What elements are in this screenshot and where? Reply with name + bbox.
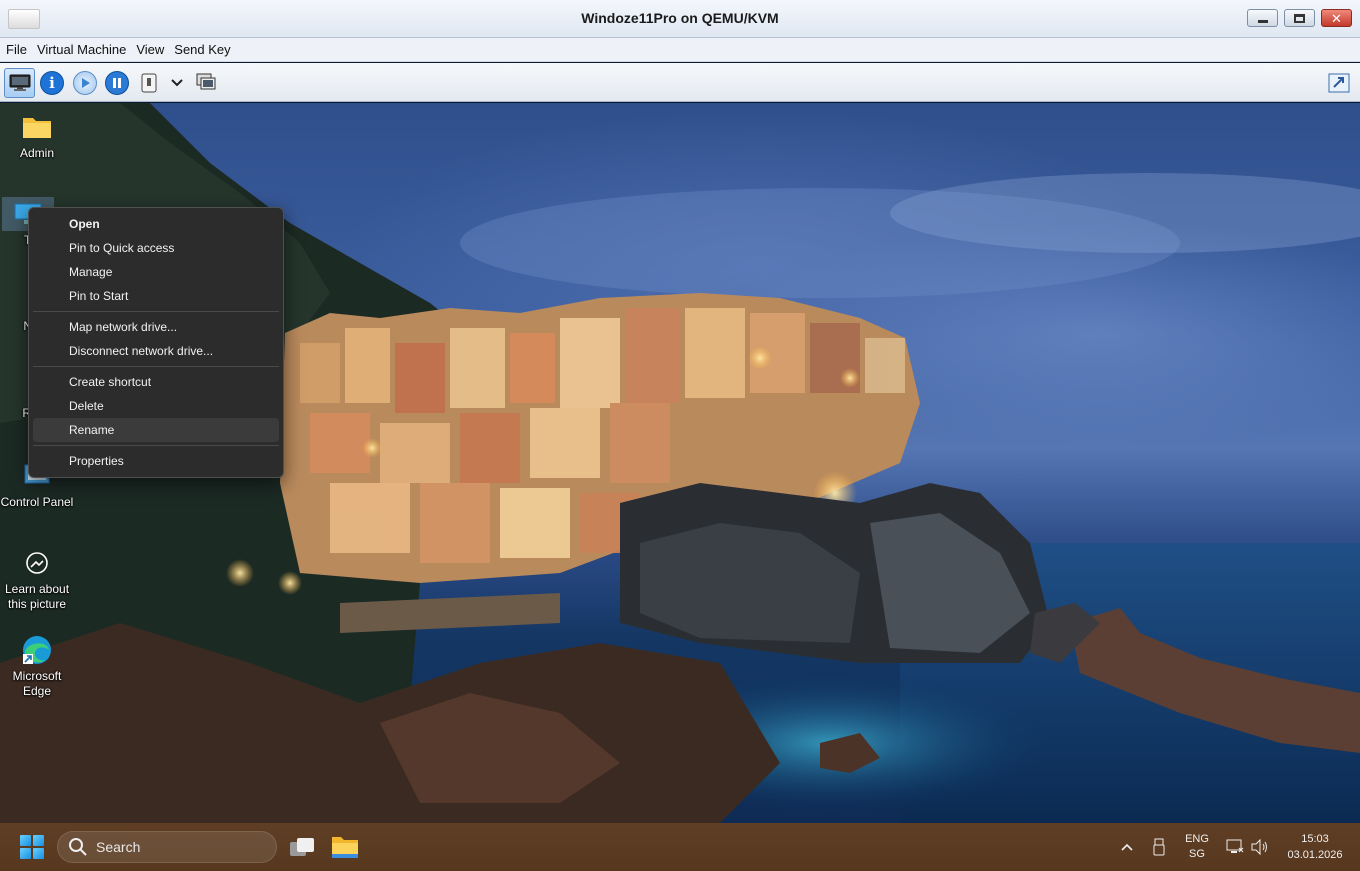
edge-icon (20, 633, 54, 667)
details-button[interactable]: i (40, 68, 64, 98)
file-explorer-button[interactable] (331, 834, 359, 860)
minimize-icon (1257, 19, 1268, 23)
desktop-icon-admin[interactable]: Admin (0, 110, 74, 161)
desktop-icon-label: Learn about this picture (4, 582, 70, 611)
shutdown-menu-button[interactable] (168, 68, 186, 98)
pause-button[interactable] (104, 68, 130, 98)
close-icon: ✕ (1331, 10, 1342, 26)
task-view-icon (290, 838, 314, 856)
console-monitor-icon (9, 74, 30, 91)
context-menu-rename[interactable]: Rename (33, 418, 279, 442)
context-menu-map-network-drive[interactable]: Map network drive... (33, 315, 279, 339)
learn-picture-icon (20, 546, 54, 580)
menu-send-key[interactable]: Send Key (170, 42, 234, 57)
console-button[interactable] (4, 68, 35, 98)
taskbar: Search ENG SG 15:03 03.01.2026 (0, 823, 1360, 871)
window-titlebar[interactable]: Windoze11Pro on QEMU/KVM ✕ (0, 0, 1360, 38)
menubar: File Virtual Machine View Send Key (0, 38, 1360, 62)
fullscreen-button[interactable] (1327, 68, 1351, 98)
context-menu-divider (33, 445, 279, 446)
input-language-indicator[interactable]: ENG SG (1180, 823, 1214, 871)
desktop[interactable]: Admin Th Ne Rec Control Panel Learn abou… (0, 103, 1360, 823)
clock-date: 03.01.2026 (1287, 849, 1343, 861)
maximize-icon (1294, 13, 1305, 23)
context-menu: Open Pin to Quick access Manage Pin to S… (28, 207, 284, 478)
pause-icon (105, 71, 129, 95)
shutdown-icon (141, 73, 157, 93)
network-tray-button[interactable] (1225, 823, 1245, 871)
context-menu-properties[interactable]: Properties (33, 449, 279, 473)
menu-file[interactable]: File (2, 42, 31, 57)
desktop-icon-label: Admin (19, 146, 54, 160)
chevron-down-icon (171, 79, 183, 87)
desktop-icon-label: Microsoft Edge (12, 669, 62, 698)
taskbar-search-box[interactable]: Search (57, 831, 277, 863)
volume-icon (1251, 839, 1267, 855)
info-icon: i (40, 71, 64, 95)
context-menu-disconnect-network-drive[interactable]: Disconnect network drive... (33, 339, 279, 363)
volume-tray-button[interactable] (1250, 823, 1270, 871)
network-status-icon (1226, 839, 1244, 853)
close-button[interactable]: ✕ (1321, 9, 1352, 27)
region-code: SG (1189, 848, 1205, 860)
folder-icon (20, 110, 54, 144)
search-placeholder: Search (96, 839, 141, 855)
minimize-button[interactable] (1247, 9, 1278, 27)
task-view-button[interactable] (288, 835, 316, 859)
desktop-icon-label: Control Panel (0, 495, 74, 509)
menu-view[interactable]: View (132, 42, 168, 57)
snapshots-button[interactable] (194, 68, 220, 98)
taskbar-clock[interactable]: 15:03 03.01.2026 (1280, 823, 1350, 871)
window-title: Windoze11Pro on QEMU/KVM (581, 10, 779, 26)
start-button[interactable] (20, 835, 44, 859)
show-hidden-icons-button[interactable] (1117, 823, 1137, 871)
context-menu-divider (33, 366, 279, 367)
shutdown-button[interactable] (139, 68, 159, 98)
snapshot-icon (196, 73, 216, 90)
desktop-icon-learn-about-picture[interactable]: Learn about this picture (0, 546, 74, 612)
toolbar: i (0, 63, 1360, 102)
chevron-up-icon (1121, 843, 1133, 851)
desktop-icon-microsoft-edge[interactable]: Microsoft Edge (0, 633, 74, 699)
context-menu-create-shortcut[interactable]: Create shortcut (33, 370, 279, 394)
clock-time: 15:03 (1301, 833, 1329, 845)
context-menu-pin-to-start[interactable]: Pin to Start (33, 284, 279, 308)
file-explorer-icon (332, 837, 358, 858)
language-code: ENG (1185, 833, 1209, 845)
usb-drive-icon (1153, 838, 1165, 856)
start-icon (20, 835, 31, 846)
context-menu-divider (33, 311, 279, 312)
context-menu-delete[interactable]: Delete (33, 394, 279, 418)
usb-device-tray[interactable] (1150, 823, 1168, 871)
search-icon (69, 838, 87, 856)
run-icon (73, 71, 97, 95)
maximize-button[interactable] (1284, 9, 1315, 27)
run-button[interactable] (72, 68, 98, 98)
menu-virtual-machine[interactable]: Virtual Machine (33, 42, 130, 57)
context-menu-open[interactable]: Open (33, 212, 279, 236)
context-menu-manage[interactable]: Manage (33, 260, 279, 284)
context-menu-pin-quick-access[interactable]: Pin to Quick access (33, 236, 279, 260)
fullscreen-icon (1328, 73, 1350, 93)
